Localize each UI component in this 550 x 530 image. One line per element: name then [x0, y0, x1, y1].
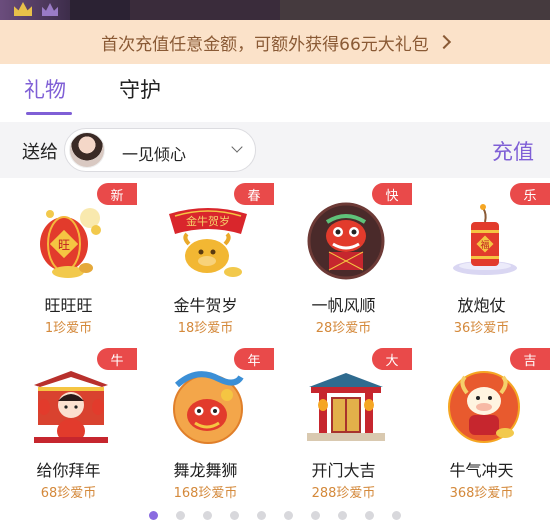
top-decor-strip: [0, 0, 550, 20]
gift-name: 给你拜年: [36, 461, 101, 480]
gift-name: 放炮仗: [457, 296, 506, 315]
gift-price: 18珍爱币: [177, 321, 234, 336]
gift-name: 舞龙舞狮: [173, 461, 238, 480]
gift-item-wulongwushi[interactable]: 年 舞龙舞狮 168珍爱币: [137, 343, 274, 508]
golden-ox-gift-icon: 金牛贺岁: [167, 200, 249, 282]
gift-price: 68珍爱币: [40, 486, 97, 501]
gift-name: 牛气冲天: [449, 461, 514, 480]
gift-price: 288珍爱币: [311, 486, 376, 501]
new-year-greeting-gift-icon: [30, 365, 112, 447]
tab-guard[interactable]: 守护: [119, 74, 161, 104]
send-to-row: 送给 一见倾心 充值: [0, 122, 550, 178]
recipient-name: 一见倾心: [122, 145, 187, 164]
stage-background-art-right: [280, 0, 550, 20]
gift-price: 36珍爱币: [453, 321, 510, 336]
tab-bar: 礼物 守护: [0, 64, 550, 122]
page-dot-8[interactable]: [338, 511, 347, 520]
gift-name: 金牛贺岁: [173, 296, 238, 315]
lantern-gift-icon: 旺: [30, 200, 112, 282]
page-dot-10[interactable]: [392, 511, 401, 520]
active-tab-indicator: [26, 112, 72, 115]
page-dot-6[interactable]: [284, 511, 293, 520]
gift-price: 28珍爱币: [315, 321, 372, 336]
page-dot-5[interactable]: [257, 511, 266, 520]
chevron-down-icon: [231, 141, 243, 153]
temple-gate-gift-icon: [305, 365, 387, 447]
lion-dance-gift-icon: [305, 200, 387, 282]
gift-item-yifanfengshun[interactable]: 快 一帆风顺 28珍爱币: [275, 178, 412, 343]
gift-item-geinibainian[interactable]: 牛 给你拜年 68珍爱币: [0, 343, 137, 508]
gift-price: 368珍爱币: [449, 486, 514, 501]
svg-text:旺: 旺: [58, 238, 70, 252]
lucky-ox-gift-icon: [443, 365, 525, 447]
page-dot-1[interactable]: [149, 511, 158, 520]
page-dot-9[interactable]: [365, 511, 374, 520]
recipient-selector[interactable]: 一见倾心: [64, 128, 256, 172]
svg-text:福: 福: [480, 239, 489, 251]
gift-name: 一帆风顺: [311, 296, 376, 315]
chevron-right-icon: [436, 34, 451, 50]
dragon-dance-gift-icon: [167, 365, 249, 447]
gift-name: 旺旺旺: [44, 296, 93, 315]
gift-item-jinniuhesui[interactable]: 春 金牛贺岁 金牛贺岁 18珍爱币: [137, 178, 274, 343]
promo-text: 首次充值任意金额，可额外获得66元大礼包: [101, 34, 429, 55]
gift-grid: 新 旺 旺旺旺 1珍爱币 春 金牛贺岁 金牛贺岁 18珍爱币 快 一帆风顺 28…: [0, 178, 550, 508]
first-recharge-banner[interactable]: 首次充值任意金额，可额外获得66元大礼包: [0, 20, 550, 64]
send-to-label: 送给: [22, 142, 58, 163]
gift-item-wangwangwang[interactable]: 新 旺 旺旺旺 1珍爱币: [0, 178, 137, 343]
tab-gifts[interactable]: 礼物: [24, 74, 66, 104]
host-banner-art: [0, 0, 70, 20]
recharge-button[interactable]: 充值: [492, 136, 534, 166]
gift-item-kaimendaji[interactable]: 大 开门大吉 288珍爱币: [275, 343, 412, 508]
stage-background-art: [130, 0, 280, 20]
page-dot-2[interactable]: [176, 511, 185, 520]
firecracker-gift-icon: 福: [443, 200, 525, 282]
page-dot-4[interactable]: [230, 511, 239, 520]
gift-price: 168珍爱币: [173, 486, 238, 501]
gift-item-niuqichongtian[interactable]: 吉 牛气冲天 368珍爱币: [413, 343, 550, 508]
avatar: [69, 132, 105, 168]
gift-item-fangpaozhang[interactable]: 乐 福 放炮仗 36珍爱币: [413, 178, 550, 343]
page-indicator: [0, 511, 550, 525]
gift-price: 1珍爱币: [44, 321, 93, 336]
svg-text:金牛贺岁: 金牛贺岁: [186, 214, 230, 228]
gift-name: 开门大吉: [311, 461, 376, 480]
page-dot-7[interactable]: [311, 511, 320, 520]
page-dot-3[interactable]: [203, 511, 212, 520]
